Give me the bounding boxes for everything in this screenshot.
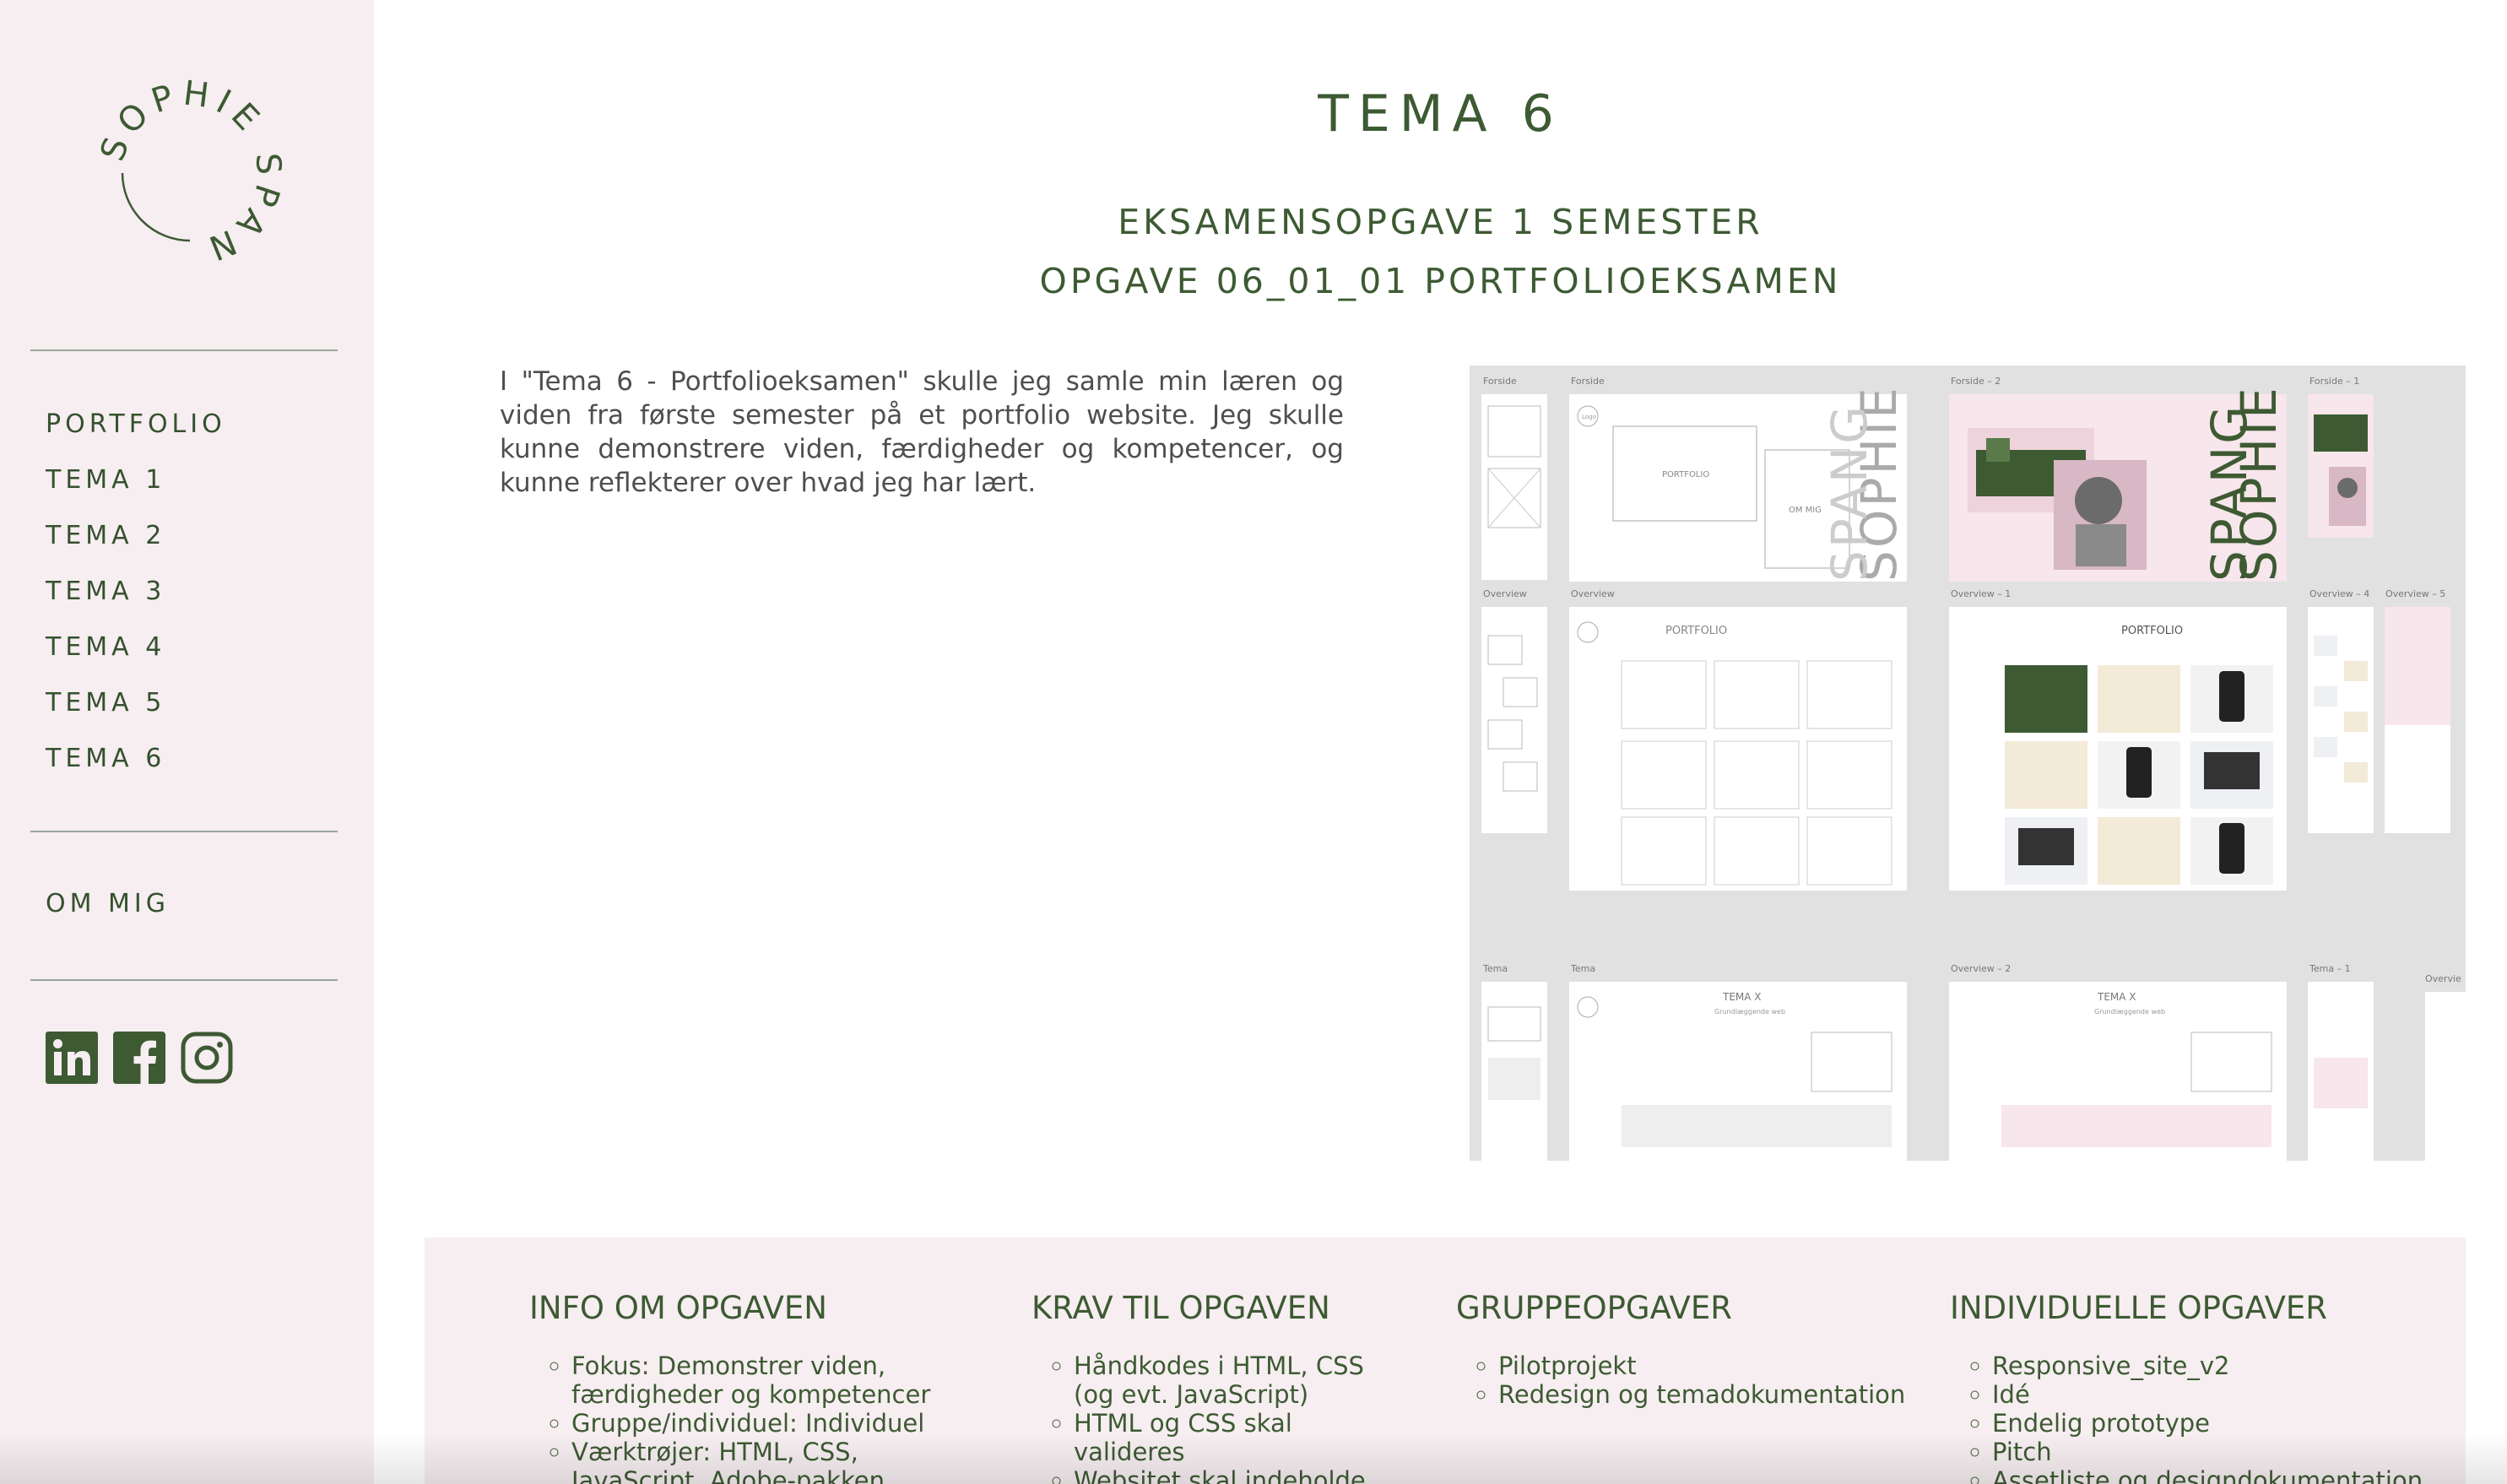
frame-label: Overview – 5 <box>2385 588 2445 599</box>
artboard-tema-wireframe: TEMA X Grundlæggende web <box>1569 982 1907 1161</box>
info-list: Responsive_site_v2 Idé Endelig prototype… <box>1950 1351 2456 1484</box>
info-heading: GRUPPEOPGAVER <box>1456 1290 1732 1326</box>
logo-text: SOPHIE SPANG <box>84 68 289 270</box>
list-item: Pitch <box>1992 1438 2456 1466</box>
page-subtitle-assignment: OPGAVE 06_01_01 PORTFOLIOEKSAMEN <box>1039 261 1842 301</box>
artboard-overview-1: PORTFOLIO <box>1949 607 2287 891</box>
mock-portfolio-text: PORTFOLIO <box>1662 470 1709 479</box>
facebook-icon[interactable] <box>113 1032 165 1084</box>
frame-label: Forside – 2 <box>1951 376 2001 387</box>
list-item: Gruppe/individuel: Individuel <box>571 1409 951 1438</box>
info-list: Håndkodes i HTML, CSS (og evt. JavaScrip… <box>1031 1351 1386 1484</box>
list-item: Endelig prototype <box>1992 1409 2456 1438</box>
artboard-forside-1 <box>2308 394 2374 538</box>
sophie-spang-logo[interactable]: SOPHIE SPANG <box>84 68 295 279</box>
mock-vertical-name: SPANG <box>1821 403 1878 582</box>
info-heading: KRAV TIL OPGAVEN <box>1031 1290 1330 1326</box>
artboard-overview-4 <box>2308 607 2374 833</box>
list-item: Redesign og temadokumentation <box>1498 1380 1929 1409</box>
artboard-forside-wireframe: Logo PORTFOLIO OM MIG SOPHIE SPANG <box>1569 385 1908 582</box>
list-item: Pilotprojekt <box>1498 1351 1929 1380</box>
frame-label: Forside <box>1571 376 1605 387</box>
instagram-icon[interactable] <box>181 1032 233 1084</box>
mock-tema-x-text: TEMA X <box>2097 991 2136 1003</box>
frame-label: Overvie <box>2425 973 2461 984</box>
sidebar: SOPHIE SPANG PORTFOLIO TEMA 1 TEMA 2 TEM… <box>0 0 374 1484</box>
logo-arc <box>121 172 191 242</box>
artboard-overview-2: TEMA X Grundlæggende web <box>1949 982 2287 1161</box>
mock-tema-x-sub: Grundlæggende web <box>2094 1008 2165 1016</box>
artboard-tema-mobile <box>1481 982 1547 1161</box>
info-list: Pilotprojekt Redesign og temadokumentati… <box>1456 1351 1929 1409</box>
nav-item-portfolio[interactable]: PORTFOLIO <box>46 407 226 463</box>
artboard-tema-1 <box>2308 982 2374 1161</box>
info-list: Fokus: Demonstrer viden, færdigheder og … <box>529 1351 951 1484</box>
frame-label: Overview <box>1483 588 1527 599</box>
info-heading: INFO OM OPGAVEN <box>529 1290 827 1326</box>
sidebar-divider <box>30 831 338 832</box>
nav-item-tema-1[interactable]: TEMA 1 <box>46 463 226 518</box>
linkedin-icon[interactable] <box>46 1032 98 1084</box>
mock-logo-text: Logo <box>1582 414 1596 420</box>
page-title: TEMA 6 <box>1318 84 1563 144</box>
info-column: KRAV TIL OPGAVEN Håndkodes i HTML, CSS (… <box>1031 1290 1386 1484</box>
list-item: Responsive_site_v2 <box>1992 1351 2456 1380</box>
frame-label: Forside <box>1483 376 1517 387</box>
list-item: Fokus: Demonstrer viden, færdigheder og … <box>571 1351 951 1409</box>
artboard-overview-partial <box>2425 992 2466 1161</box>
info-column: INFO OM OPGAVEN Fokus: Demonstrer viden,… <box>529 1290 951 1484</box>
nav-item-tema-3[interactable]: TEMA 3 <box>46 574 226 630</box>
list-item: Håndkodes i HTML, CSS (og evt. JavaScrip… <box>1074 1351 1386 1409</box>
nav-item-tema-2[interactable]: TEMA 2 <box>46 518 226 574</box>
nav-item-tema-6[interactable]: TEMA 6 <box>46 741 226 797</box>
frame-label: Overview <box>1571 588 1615 599</box>
frame-label: Forside – 1 <box>2309 376 2359 387</box>
list-item: HTML og CSS skal valideres <box>1074 1409 1386 1466</box>
main-nav: PORTFOLIO TEMA 1 TEMA 2 TEMA 3 TEMA 4 TE… <box>46 407 226 797</box>
info-heading: INDIVIDUELLE OPGAVER <box>1950 1290 2327 1326</box>
mock-vertical-name: SPANG <box>2201 403 2258 582</box>
frame-label: Tema <box>1570 963 1595 974</box>
artboard-overview-5 <box>2385 607 2450 833</box>
page: SOPHIE SPANG PORTFOLIO TEMA 1 TEMA 2 TEM… <box>0 0 2507 1484</box>
page-subtitle: EKSAMENSOPGAVE 1 SEMESTER <box>1118 202 1763 242</box>
artboard-overview-mobile <box>1481 607 1547 833</box>
nav-item-om-mig[interactable]: OM MIG <box>46 889 170 918</box>
mock-portfolio-text: PORTFOLIO <box>2121 625 2183 637</box>
nav-item-tema-4[interactable]: TEMA 4 <box>46 630 226 685</box>
list-item: Idé <box>1992 1380 2456 1409</box>
sidebar-divider <box>30 979 338 981</box>
frame-label: Overview – 2 <box>1951 963 2011 974</box>
mock-tema-x-text: TEMA X <box>1722 991 1762 1003</box>
mock-portfolio-text: PORTFOLIO <box>1665 625 1727 637</box>
list-item: Værktrøjer: HTML, CSS, JavaScript, Adobe… <box>571 1438 951 1484</box>
info-column: INDIVIDUELLE OPGAVER Responsive_site_v2 … <box>1950 1290 2456 1484</box>
assignment-info-panel: INFO OM OPGAVEN Fokus: Demonstrer viden,… <box>425 1238 2466 1484</box>
info-column: GRUPPEOPGAVER Pilotprojekt Redesign og t… <box>1456 1290 1929 1409</box>
frame-label: Overview – 1 <box>1951 588 2011 599</box>
artboard-overview-wireframe: PORTFOLIO <box>1569 607 1907 891</box>
sidebar-divider <box>30 349 338 351</box>
design-mockup-image: Forside Forside Forside – 2 Forside – 1 … <box>1470 366 2466 1161</box>
social-links <box>46 1032 233 1084</box>
frame-label: Tema – 1 <box>2309 963 2351 974</box>
frame-label: Tema <box>1482 963 1508 974</box>
mock-om-mig-text: OM MIG <box>1789 506 1822 515</box>
intro-paragraph: I "Tema 6 - Portfolioeksamen" skulle jeg… <box>500 366 1344 498</box>
list-item: Websitet skal indeholde <box>1074 1466 1386 1484</box>
artboard-forside-2: SOPHIE SPANG <box>1949 385 2288 582</box>
list-item: Assetliste og designdokumentation <box>1992 1466 2456 1484</box>
nav-item-tema-5[interactable]: TEMA 5 <box>46 685 226 741</box>
artboard-forside-mobile <box>1481 394 1547 580</box>
mock-tema-x-sub: Grundlæggende web <box>1714 1008 1785 1016</box>
frame-label: Overview – 4 <box>2309 588 2369 599</box>
